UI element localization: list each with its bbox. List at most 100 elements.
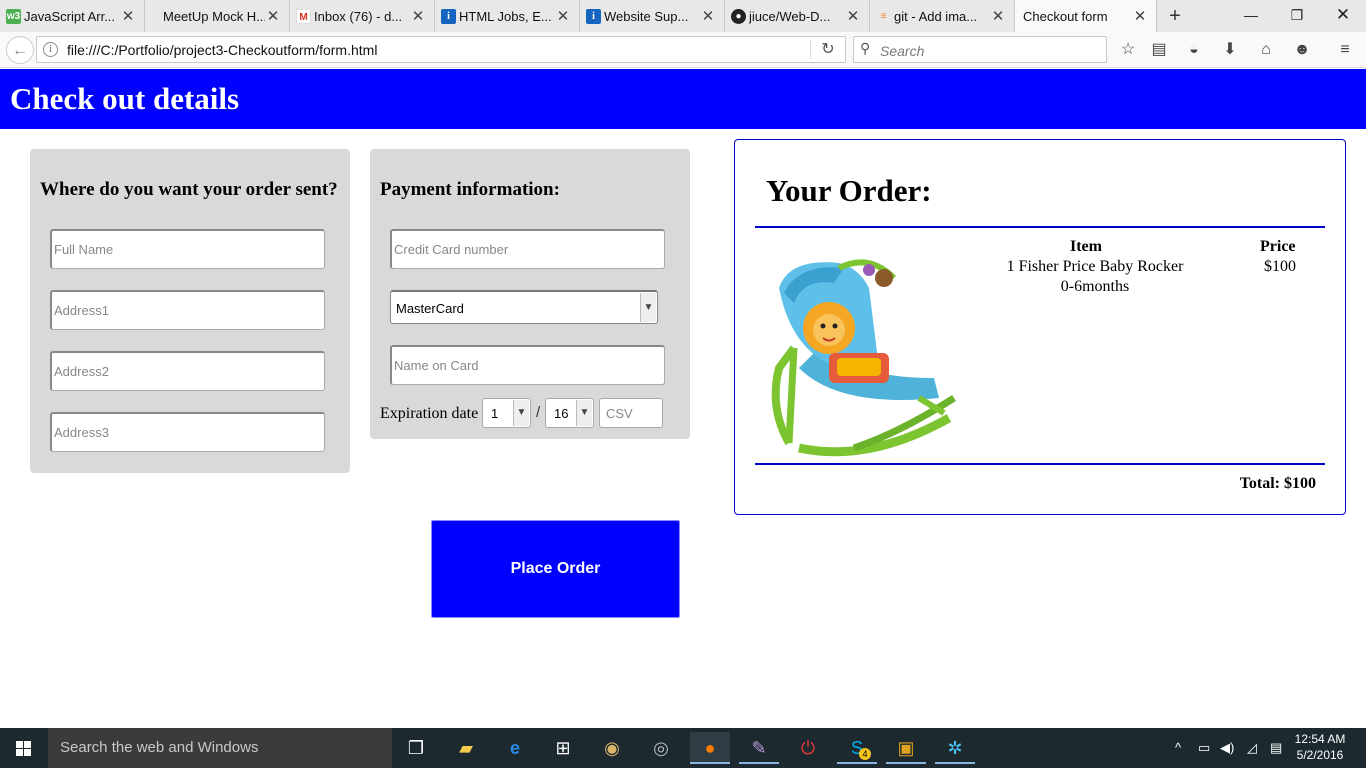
price-column-header: Price <box>1260 238 1296 255</box>
volume-icon[interactable]: ◀) <box>1220 728 1234 768</box>
tab-checkout-form[interactable]: Checkout form ✕ <box>1015 0 1157 32</box>
tab-title: JavaScript Arr... <box>24 8 116 24</box>
close-window-icon[interactable]: ✕ <box>1320 0 1366 30</box>
pocket-icon[interactable]: ◒ <box>1180 36 1208 64</box>
shipping-heading: Where do you want your order sent? <box>40 179 338 200</box>
taskbar: Search the web and Windows ❐ ▰ e ⊞ ◉ ◎ ●… <box>0 728 1366 768</box>
clock-date: 5/2/2016 <box>1296 748 1344 762</box>
minimize-icon[interactable]: — <box>1228 0 1274 30</box>
reload-icon[interactable]: ↻ <box>817 39 839 59</box>
firefox-icon[interactable]: ● <box>690 732 730 764</box>
exp-month-select[interactable]: 1 ▼ <box>482 398 531 428</box>
site-info-icon[interactable]: i <box>43 42 58 57</box>
exp-year-value: 16 <box>554 406 569 421</box>
restore-icon[interactable]: ❐ <box>1274 0 1320 30</box>
back-arrow-icon[interactable]: ← <box>6 36 34 64</box>
clock-time: 12:54 AM <box>1294 732 1346 746</box>
divider <box>755 226 1325 228</box>
tab-title: Website Sup... <box>604 8 689 24</box>
notes-app-icon[interactable]: ✎ <box>739 732 779 764</box>
tab-title: Checkout form <box>1023 8 1108 24</box>
close-tab-icon[interactable]: ✕ <box>1132 7 1148 25</box>
close-tab-icon[interactable]: ✕ <box>700 7 716 25</box>
wifi-icon[interactable]: ◿ <box>1247 728 1257 768</box>
download-icon[interactable]: ⬇ <box>1216 36 1244 64</box>
close-tab-icon[interactable]: ✕ <box>845 7 861 25</box>
chevron-down-icon: ▼ <box>513 400 529 426</box>
tab-website-support[interactable]: i Website Sup... ✕ <box>580 0 725 32</box>
place-order-button[interactable]: Place Order <box>431 520 680 618</box>
product-image <box>759 248 964 458</box>
name-on-card-input[interactable] <box>390 345 665 385</box>
close-tab-icon[interactable]: ✕ <box>990 7 1006 25</box>
full-name-input[interactable] <box>50 229 325 269</box>
taskbar-search-input[interactable]: Search the web and Windows <box>48 728 392 768</box>
windows-logo-icon <box>16 741 31 756</box>
show-hidden-icons-icon[interactable]: ^ <box>1175 728 1181 768</box>
task-view-icon[interactable]: ❐ <box>396 732 436 764</box>
item-size: 0-6months <box>1060 278 1130 295</box>
payment-panel: Payment information: MasterCard ▼ Expira… <box>370 149 690 439</box>
close-tab-icon[interactable]: ✕ <box>410 7 426 25</box>
menu-icon[interactable]: ≡ <box>1331 36 1359 64</box>
search-icon: ⚲ <box>860 40 871 56</box>
bookmark-star-icon[interactable]: ☆ <box>1114 36 1142 64</box>
tab-bar: w3 JavaScript Arr... ✕ MeetUp Mock H... … <box>0 0 1366 32</box>
shipping-panel: Where do you want your order sent? <box>30 149 350 473</box>
order-summary: Your Order: Item Price 1 Fisher Price Ba… <box>734 139 1346 515</box>
tab-javascript-arrays[interactable]: w3 JavaScript Arr... ✕ <box>0 0 145 32</box>
payment-heading: Payment information: <box>380 179 560 200</box>
page-header: Check out details <box>0 69 1366 129</box>
battery-icon[interactable]: ▭ <box>1198 728 1210 768</box>
media-player-icon[interactable]: ◎ <box>641 732 681 764</box>
close-tab-icon[interactable]: ✕ <box>555 7 571 25</box>
info-icon: i <box>441 9 456 24</box>
close-tab-icon[interactable]: ✕ <box>265 7 281 25</box>
url-text[interactable]: file:///C:/Portfolio/project3-Checkoutfo… <box>67 42 377 58</box>
close-tab-icon[interactable]: ✕ <box>120 7 136 25</box>
chevron-down-icon: ▼ <box>640 293 656 322</box>
card-type-select[interactable]: MasterCard ▼ <box>390 290 658 324</box>
exp-separator: / <box>536 404 541 421</box>
tab-github[interactable]: ● jiuce/Web-D... ✕ <box>725 0 870 32</box>
tab-title: MeetUp Mock H... <box>163 8 265 24</box>
card-number-input[interactable] <box>390 229 665 269</box>
tab-html-jobs[interactable]: i HTML Jobs, E... ✕ <box>435 0 580 32</box>
home-icon[interactable]: ⌂ <box>1252 36 1280 64</box>
tab-git-add-image[interactable]: ≡ git - Add ima... ✕ <box>870 0 1015 32</box>
tab-title: jiuce/Web-D... <box>749 8 831 24</box>
app-icon[interactable]: ✲ <box>935 732 975 764</box>
stackoverflow-icon: ≡ <box>880 11 887 22</box>
address1-input[interactable] <box>50 290 325 330</box>
skype-icon[interactable]: S4 <box>837 732 877 764</box>
search-bar[interactable]: ⚲ Search <box>853 36 1107 63</box>
sublime-text-icon[interactable]: ▣ <box>886 732 926 764</box>
power-app-icon[interactable]: ⏻ <box>788 732 828 764</box>
store-icon[interactable]: ⊞ <box>543 732 583 764</box>
expiration-label: Expiration date <box>380 405 479 422</box>
page-title: Check out details <box>10 81 240 116</box>
tab-inbox[interactable]: M Inbox (76) - d... ✕ <box>290 0 435 32</box>
gmail-icon: M <box>296 9 311 24</box>
new-tab-button[interactable]: + <box>1157 0 1193 32</box>
file-explorer-icon[interactable]: ▰ <box>446 732 486 764</box>
tab-title: HTML Jobs, E... <box>459 8 552 24</box>
exp-year-select[interactable]: 16 ▼ <box>545 398 594 428</box>
hello-icon[interactable]: ☻ <box>1288 36 1316 64</box>
clock[interactable]: 12:54 AM 5/2/2016 <box>1290 731 1350 763</box>
page-content: Check out details Where do you want your… <box>0 69 1366 728</box>
address3-input[interactable] <box>50 412 325 452</box>
address-bar[interactable]: i file:///C:/Portfolio/project3-Checkout… <box>36 36 846 63</box>
reading-list-icon[interactable]: ▤ <box>1145 36 1173 64</box>
address2-input[interactable] <box>50 351 325 391</box>
action-center-icon[interactable]: ▤ <box>1270 728 1282 768</box>
photos-app-icon[interactable]: ◉ <box>592 732 632 764</box>
edge-icon[interactable]: e <box>495 732 535 764</box>
divider <box>810 40 811 59</box>
item-name: 1 Fisher Price Baby Rocker <box>1006 258 1184 275</box>
item-price: $100 <box>1264 258 1296 275</box>
csv-input[interactable] <box>599 398 663 428</box>
w3-icon: w3 <box>6 9 21 24</box>
windows-start-button[interactable] <box>0 728 48 768</box>
tab-meetup[interactable]: MeetUp Mock H... ✕ <box>145 0 290 32</box>
